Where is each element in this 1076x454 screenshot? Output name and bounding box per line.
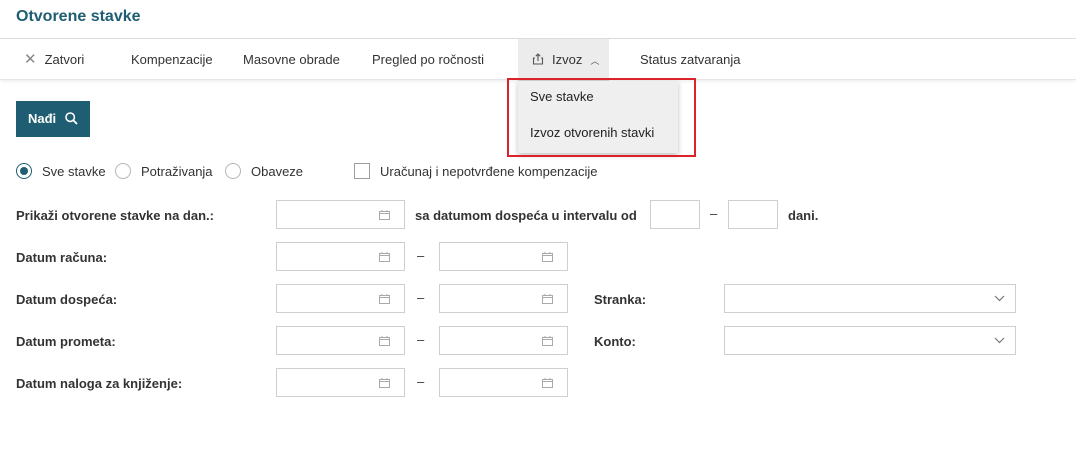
maturity-overview-button[interactable]: Pregled po ročnosti xyxy=(372,39,484,81)
date-range-dash: – xyxy=(417,290,425,305)
close-button[interactable]: ✕ Zatvori xyxy=(24,39,84,81)
transaction-date-from-input[interactable] xyxy=(276,326,405,355)
calendar-icon xyxy=(379,210,390,220)
posting-date-from-input[interactable] xyxy=(276,368,405,397)
party-label: Stranka: xyxy=(594,292,647,307)
export-button[interactable]: Izvoz ︿ xyxy=(518,39,610,81)
bulk-processing-button[interactable]: Masovne obrade xyxy=(243,39,340,81)
party-select[interactable] xyxy=(724,284,1016,313)
date-range-dash: – xyxy=(417,332,425,347)
interval-to-input[interactable] xyxy=(728,200,778,229)
invoice-date-from-input[interactable] xyxy=(276,242,405,271)
dropdown-item-export-open-items[interactable]: Izvoz otvorenih stavki xyxy=(530,125,654,140)
radio-circle xyxy=(16,163,32,179)
calendar-icon xyxy=(542,294,553,304)
page-title: Otvorene stavke xyxy=(16,8,141,25)
chevron-down-icon xyxy=(994,337,1005,344)
dropdown-item-all-items[interactable]: Sve stavke xyxy=(530,89,594,104)
date-range-dash: – xyxy=(417,374,425,389)
date-range-dash: – xyxy=(417,248,425,263)
compensations-button[interactable]: Kompenzacije xyxy=(131,39,213,81)
transaction-date-to-input[interactable] xyxy=(439,326,568,355)
account-label: Konto: xyxy=(594,334,636,349)
posting-date-to-input[interactable] xyxy=(439,368,568,397)
chevron-up-icon: ︿ xyxy=(590,56,600,66)
calendar-icon xyxy=(542,252,553,262)
find-button[interactable]: Nađi xyxy=(16,101,90,137)
account-select[interactable] xyxy=(724,326,1016,355)
interval-dash: – xyxy=(710,206,718,221)
include-unconfirmed-label: Uračunaj i nepotvrđene kompenzacije xyxy=(380,164,598,179)
radio-circle xyxy=(225,163,241,179)
show-on-date-label: Prikaži otvorene stavke na dan.: xyxy=(16,208,214,223)
transaction-date-label: Datum prometa: xyxy=(16,334,116,349)
calendar-icon xyxy=(379,336,390,346)
calendar-icon xyxy=(379,378,390,388)
due-date-to-input[interactable] xyxy=(439,284,568,313)
calendar-icon xyxy=(542,378,553,388)
due-date-label: Datum dospeća: xyxy=(16,292,118,307)
interval-from-input[interactable] xyxy=(650,200,700,229)
radio-circle xyxy=(115,163,131,179)
search-icon xyxy=(65,112,78,125)
invoice-date-to-input[interactable] xyxy=(439,242,568,271)
calendar-icon xyxy=(379,252,390,262)
show-on-date-input[interactable] xyxy=(276,200,405,229)
export-icon xyxy=(532,53,544,65)
calendar-icon xyxy=(379,294,390,304)
days-label: dani. xyxy=(788,208,819,223)
due-interval-label: sa datumom dospeća u intervalu od xyxy=(415,208,637,223)
invoice-date-label: Datum računa: xyxy=(16,250,108,265)
include-unconfirmed-checkbox[interactable] xyxy=(354,163,370,179)
toolbar: ✕ Zatvori Kompenzacije Masovne obrade Pre… xyxy=(0,38,1076,81)
export-dropdown: Sve stavke Izvoz otvorenih stavki xyxy=(518,81,678,153)
posting-date-label: Datum naloga za knjiženje: xyxy=(16,376,183,391)
due-date-from-input[interactable] xyxy=(276,284,405,313)
calendar-icon xyxy=(542,336,553,346)
close-icon: ✕ xyxy=(24,51,37,68)
closing-status-button[interactable]: Status zatvaranja xyxy=(640,39,740,81)
chevron-down-icon xyxy=(994,295,1005,302)
